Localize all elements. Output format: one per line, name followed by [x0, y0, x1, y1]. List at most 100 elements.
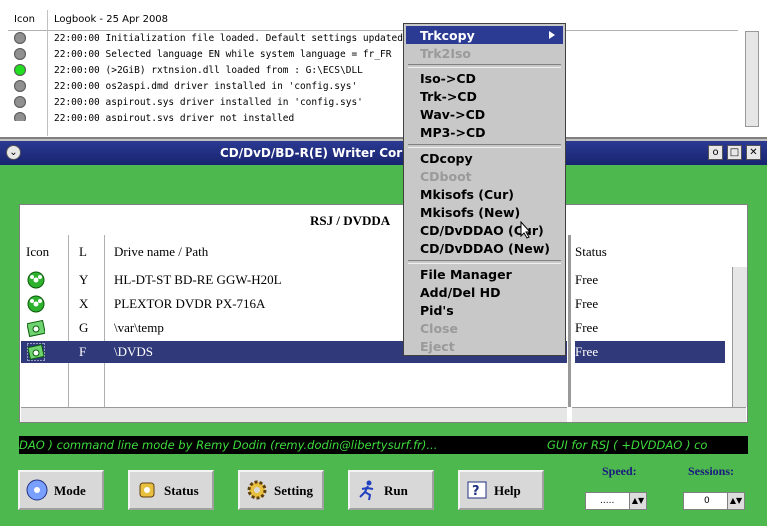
log-time: 22:00:00: [54, 113, 100, 121]
status-cell[interactable]: Free: [575, 317, 725, 339]
status-cell[interactable]: Free: [575, 293, 725, 315]
log-text: aspirout.sys driver installed in 'config…: [105, 97, 363, 108]
status-led-icon: [14, 96, 26, 108]
menu-item-cdcopy[interactable]: CDcopy: [406, 149, 563, 167]
disc-icon: [27, 295, 45, 313]
menu-item-dvddao-new[interactable]: CD/DvDDAO (New): [406, 239, 563, 257]
svg-text:?: ?: [472, 484, 480, 499]
status-horizontal-scrollbar[interactable]: [572, 407, 746, 422]
close-button[interactable]: ✕: [746, 145, 761, 160]
col-header-drive[interactable]: Drive name / Path: [114, 244, 208, 260]
menu-item-trkcopy[interactable]: Trkcopy: [406, 26, 563, 44]
setting-label: Setting: [274, 483, 313, 498]
menu-item-label: Iso->CD: [420, 71, 476, 86]
log-time: 22:00:00: [54, 65, 100, 76]
col-divider[interactable]: [568, 235, 571, 407]
col-header-status[interactable]: Status: [575, 244, 607, 260]
log-text: Selected language EN while system langua…: [105, 49, 392, 60]
drive-panel: RSJ / DVDDA Icon L Drive name / Path Sta…: [19, 204, 748, 423]
drive-name: \DVDS: [114, 344, 154, 359]
status-led-icon: [14, 112, 26, 121]
chevron-down-icon[interactable]: ⌄: [6, 145, 21, 160]
disc-icon: [27, 271, 45, 289]
drive-letter: G: [79, 320, 89, 335]
ticker-text-right: GUI for RSJ ( +DVDDAO ) co: [547, 438, 708, 452]
menu-separator: [408, 260, 561, 264]
menu-item-trk2iso: Trk2Iso: [406, 44, 563, 62]
menu-item-file-manager[interactable]: File Manager: [406, 265, 563, 283]
folder-disc-icon: [27, 343, 45, 361]
menu-item-label: Trk->CD: [420, 89, 477, 104]
sessions-spinner[interactable]: 0 ▲▼: [683, 492, 745, 510]
col-header-letter[interactable]: L: [79, 244, 87, 260]
status-cell[interactable]: Free: [575, 341, 725, 363]
log-time: 22:00:00: [54, 97, 100, 108]
spinner-arrows-icon[interactable]: ▲▼: [629, 493, 646, 509]
status-cell[interactable]: Free: [575, 269, 725, 291]
logbook-header: Icon Logbook - 25 Apr 2008: [8, 10, 738, 136]
menu-item-iso-cd[interactable]: Iso->CD: [406, 69, 563, 87]
logbook-scrollbar[interactable]: [745, 31, 759, 127]
status-text: Free: [575, 320, 599, 335]
menu-item-label: File Manager: [420, 267, 512, 282]
menu-item-close: Close: [406, 319, 563, 337]
status-icon: [139, 482, 155, 498]
menu-item-label: Add/Del HD: [420, 285, 501, 300]
status-text: Free: [575, 272, 599, 287]
menu-item-trk-cd[interactable]: Trk->CD: [406, 87, 563, 105]
col-header-icon[interactable]: Icon: [26, 244, 49, 260]
drive-letter: F: [79, 344, 87, 359]
menu-item-mkisofs-new[interactable]: Mkisofs (New): [406, 203, 563, 221]
log-text: os2aspi.dmd driver installed in 'config.…: [105, 81, 358, 92]
menu-item-label: Trkcopy: [420, 28, 475, 43]
menu-item-mp3-cd[interactable]: MP3->CD: [406, 123, 563, 141]
speed-value: .....: [600, 496, 615, 506]
info-ticker: DAO ) command line mode by Remy Dodin (r…: [19, 436, 748, 454]
menu-item-label: Pid's: [420, 303, 454, 318]
submenu-arrow-icon: [549, 31, 555, 39]
panel-title: RSJ / DVDDA: [310, 213, 391, 228]
drives-horizontal-scrollbar[interactable]: [21, 407, 567, 422]
writer-window: ⌄ CD/DvD/BD-R(E) Writer Cor o □ ✕ RSJ / …: [0, 141, 767, 526]
setting-button[interactable]: Setting: [238, 470, 324, 510]
help-label: Help: [494, 483, 521, 498]
disc-user-icon: [26, 479, 48, 501]
speed-label: Speed:: [602, 464, 637, 478]
drive-letter: Y: [79, 272, 89, 287]
log-time: 22:00:00: [54, 81, 100, 92]
log-time: 22:00:00: [54, 49, 100, 60]
status-label: Status: [164, 483, 199, 498]
menu-item-label: Close: [420, 321, 458, 336]
logbook-title: Logbook - 25 Apr 2008: [54, 14, 169, 25]
menu-item-dvddao-cur[interactable]: CD/DvDDAO (Cur): [406, 221, 563, 239]
status-led-icon: [14, 80, 26, 92]
menu-item-label: CDboot: [420, 169, 472, 184]
drive-letter: X: [79, 296, 89, 311]
menu-item-add-del-hd[interactable]: Add/Del HD: [406, 283, 563, 301]
menu-item-pids[interactable]: Pid's: [406, 301, 563, 319]
menu-item-label: MP3->CD: [420, 125, 486, 140]
menu-item-label: Mkisofs (Cur): [420, 187, 514, 202]
mode-button[interactable]: Mode: [18, 470, 104, 510]
log-entry: 22:00:00 (>2GiB) rxtnsion.dll loaded fro…: [8, 63, 728, 79]
run-button[interactable]: Run: [348, 470, 434, 510]
spinner-arrows-icon[interactable]: ▲▼: [727, 493, 744, 509]
status-vertical-scrollbar[interactable]: [732, 267, 747, 407]
minimize-button[interactable]: o: [708, 145, 723, 160]
speed-spinner[interactable]: ..... ▲▼: [585, 492, 647, 510]
maximize-button[interactable]: □: [727, 145, 742, 160]
run-label: Run: [384, 483, 408, 498]
menu-item-mkisofs-cur[interactable]: Mkisofs (Cur): [406, 185, 563, 203]
log-entry: 22:00:00 Selected language EN while syst…: [8, 47, 728, 63]
window-titlebar[interactable]: ⌄ CD/DvD/BD-R(E) Writer Cor o □ ✕: [0, 141, 767, 165]
log-text: Initialization file loaded. Default sett…: [105, 33, 403, 44]
log-entry: 22:00:00 aspirout.sys driver installed i…: [8, 95, 728, 111]
log-text: (>2GiB) rxtnsion.dll loaded from : G:\EC…: [105, 65, 363, 76]
logbook-window: Icon Logbook - 25 Apr 2008 22:00:00 Init…: [0, 0, 767, 139]
help-button[interactable]: ? Help: [458, 470, 544, 510]
menu-item-wav-cd[interactable]: Wav->CD: [406, 105, 563, 123]
menu-item-eject: Eject: [406, 337, 563, 355]
status-button[interactable]: Status: [128, 470, 214, 510]
menu-item-label: CD/DvDDAO (New): [420, 241, 550, 256]
sessions-label: Sessions:: [688, 464, 735, 478]
